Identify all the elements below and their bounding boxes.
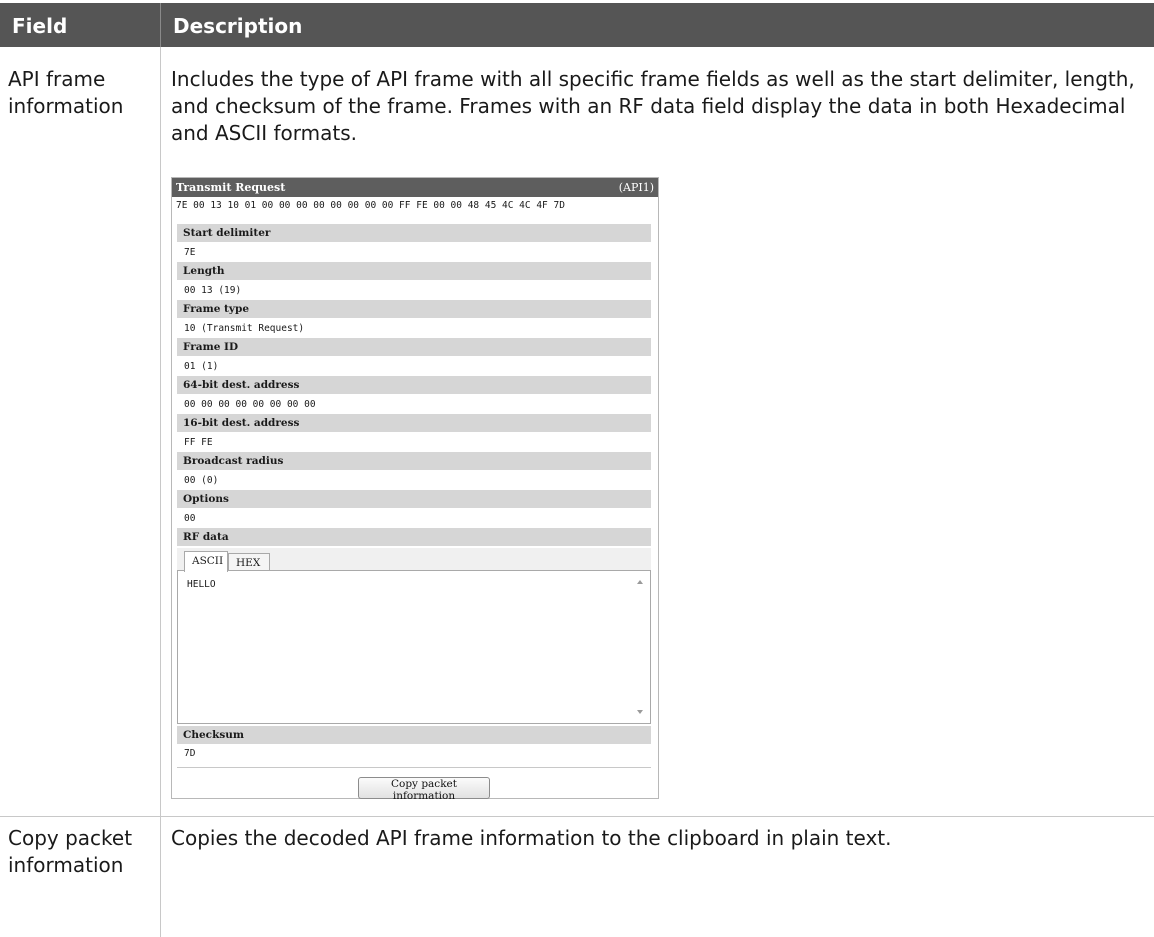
field-value-frame-type: 10 (Transmit Request)	[184, 323, 305, 334]
row-1-description: Includes the type of API frame with all …	[171, 67, 1135, 145]
field-label: Broadcast radius	[183, 455, 284, 467]
table-header: Field Description	[0, 3, 1154, 47]
column-divider	[160, 47, 161, 820]
header-field: Field	[12, 14, 68, 38]
tab-label: HEX	[236, 557, 261, 569]
field-value-16bit-address: FF FE	[184, 437, 213, 448]
field-header-64bit-address: 64-bit dest. address	[177, 376, 651, 394]
field-label: 64-bit dest. address	[183, 379, 300, 391]
header-divider	[160, 3, 161, 47]
api-mode-label: (API1)	[618, 181, 654, 194]
rf-data-textarea[interactable]: HELLO	[177, 570, 651, 724]
field-label: Frame type	[183, 303, 250, 315]
field-value-broadcast-radius: 00 (0)	[184, 475, 219, 486]
field-header-frame-type: Frame type	[177, 300, 651, 318]
panel-title-bar: Transmit Request (API1)	[172, 178, 658, 197]
field-label: Start delimiter	[183, 227, 271, 239]
header-description: Description	[173, 14, 303, 38]
frame-details-panel: Transmit Request (API1) 7E 00 13 10 01 0…	[171, 177, 659, 802]
row-1-field: API frame information	[8, 67, 124, 118]
tab-ascii[interactable]: ASCII	[184, 551, 228, 572]
hex-frame: 7E 00 13 10 01 00 00 00 00 00 00 00 00 F…	[176, 200, 565, 211]
row-divider	[0, 816, 1154, 817]
field-label: RF data	[183, 531, 229, 543]
scroll-up-icon[interactable]	[637, 580, 643, 584]
panel-separator	[177, 767, 651, 768]
row-2-field: Copy packet information	[8, 826, 133, 877]
field-value-checksum: 7D	[184, 748, 196, 759]
field-value-frame-id: 01 (1)	[184, 361, 219, 372]
field-value-64bit-address: 00 00 00 00 00 00 00 00	[184, 399, 316, 410]
field-header-checksum: Checksum	[177, 726, 651, 744]
field-value-length: 00 13 (19)	[184, 285, 242, 296]
copy-packet-information-button[interactable]: Copy packet information	[358, 777, 490, 802]
field-header-length: Length	[177, 262, 651, 280]
tab-label: ASCII	[192, 555, 224, 567]
field-header-16bit-address: 16-bit dest. address	[177, 414, 651, 432]
scroll-down-icon[interactable]	[637, 710, 643, 714]
row-2-description: Copies the decoded API frame information…	[171, 826, 892, 850]
column-divider	[160, 816, 161, 937]
field-value-options: 00	[184, 513, 196, 524]
frame-type-title: Transmit Request	[176, 181, 286, 194]
tab-hex[interactable]: HEX	[228, 553, 270, 571]
field-label: Frame ID	[183, 341, 239, 353]
field-label: Options	[183, 493, 229, 505]
field-value-start-delimiter: 7E	[184, 247, 196, 258]
rf-data-value: HELLO	[187, 579, 216, 590]
field-header-options: Options	[177, 490, 651, 508]
field-label: Length	[183, 265, 225, 277]
field-header-start-delimiter: Start delimiter	[177, 224, 651, 242]
field-header-rf-data: RF data	[177, 528, 651, 546]
field-label: Checksum	[183, 729, 244, 741]
field-header-frame-id: Frame ID	[177, 338, 651, 356]
field-header-broadcast-radius: Broadcast radius	[177, 452, 651, 470]
field-label: 16-bit dest. address	[183, 417, 300, 429]
